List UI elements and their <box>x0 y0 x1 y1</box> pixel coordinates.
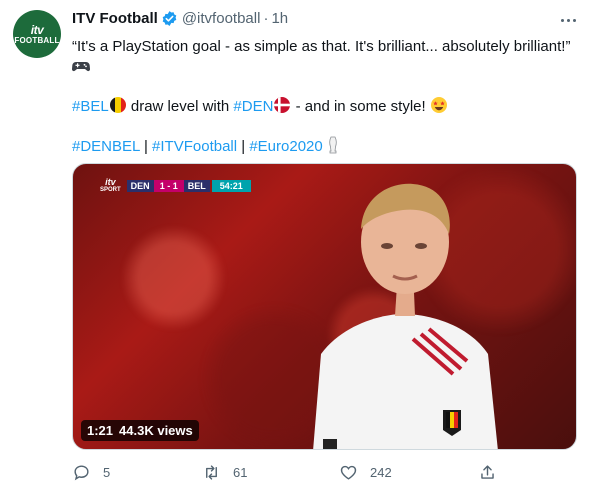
more-options-icon[interactable] <box>557 11 579 29</box>
tweet-text-draw: draw level with <box>126 98 234 115</box>
tweet-text-style: - and in some style! <box>291 98 430 115</box>
denmark-flag-icon <box>273 96 291 120</box>
account-handle[interactable]: @itvfootball <box>182 10 261 27</box>
video-duration: 1:21 <box>87 423 114 438</box>
tweet-header: ITV Football @itvfootball · 1h <box>72 10 288 27</box>
hashtag-separator: | <box>139 138 153 155</box>
home-team: DEN <box>126 180 154 192</box>
hashtag-den[interactable]: #DEN <box>233 98 273 115</box>
verified-badge-icon <box>161 10 178 27</box>
video-views: 44.3K views <box>119 423 193 438</box>
reply-icon <box>74 464 89 480</box>
match-score: 1 - 1 <box>153 180 184 192</box>
like-button[interactable]: 242 <box>339 463 392 482</box>
reply-count: 5 <box>103 464 111 480</box>
tweet-line-hashtags: #DENBEL | #ITVFootball | #Euro2020 <box>72 136 577 160</box>
tweet-quote: “It's a PlayStation goal - as simple as … <box>72 38 571 55</box>
trophy-icon <box>327 136 339 160</box>
account-name[interactable]: ITV Football <box>72 10 158 27</box>
header-separator: · <box>263 10 269 27</box>
heart-icon <box>340 465 357 480</box>
share-icon <box>481 464 494 479</box>
itv-sport-logo: itv SPORT <box>100 178 121 194</box>
retweet-count: 61 <box>233 464 248 480</box>
away-team: BEL <box>183 180 210 192</box>
video-player[interactable]: itv SPORT DEN 1 - 1 BEL 54:21 1:21 44.3K… <box>72 163 577 450</box>
video-scoreboard: itv SPORT DEN 1 - 1 BEL 54:21 <box>100 178 251 194</box>
hashtag-denbel[interactable]: #DENBEL <box>72 138 140 155</box>
avatar-logo-text: itv <box>30 22 44 37</box>
game-controller-icon <box>71 58 91 80</box>
tweet-text: “It's a PlayStation goal - as simple as … <box>71 37 577 160</box>
tweet-actions: 5 61 242 <box>72 460 532 484</box>
share-button[interactable] <box>478 463 497 482</box>
hashtag-euro2020[interactable]: #Euro2020 <box>249 138 322 155</box>
belgium-flag-icon <box>109 96 127 120</box>
video-stats-badge: 1:21 44.3K views <box>81 420 199 441</box>
itv-logo-sport: SPORT <box>100 187 121 193</box>
tweet-line-draw: #BEL draw level with #DEN - and in some … <box>72 96 577 120</box>
reply-button[interactable]: 5 <box>72 463 110 482</box>
tweet-line-emoji <box>71 57 577 80</box>
tweet-timestamp[interactable]: 1h <box>271 10 288 27</box>
player-figure <box>313 183 498 449</box>
avatar[interactable]: itv FOOTBALL <box>13 10 61 58</box>
hashtag-itvfootball[interactable]: #ITVFootball <box>152 138 237 155</box>
retweet-button[interactable]: 61 <box>202 463 247 482</box>
star-struck-face-icon <box>430 96 448 120</box>
hashtag-separator: | <box>237 138 250 155</box>
like-count: 242 <box>370 464 392 480</box>
hashtag-bel[interactable]: #BEL <box>72 98 109 115</box>
avatar-subtitle: FOOTBALL <box>14 35 60 45</box>
retweet-icon <box>206 464 217 480</box>
match-clock: 54:21 <box>211 180 251 192</box>
